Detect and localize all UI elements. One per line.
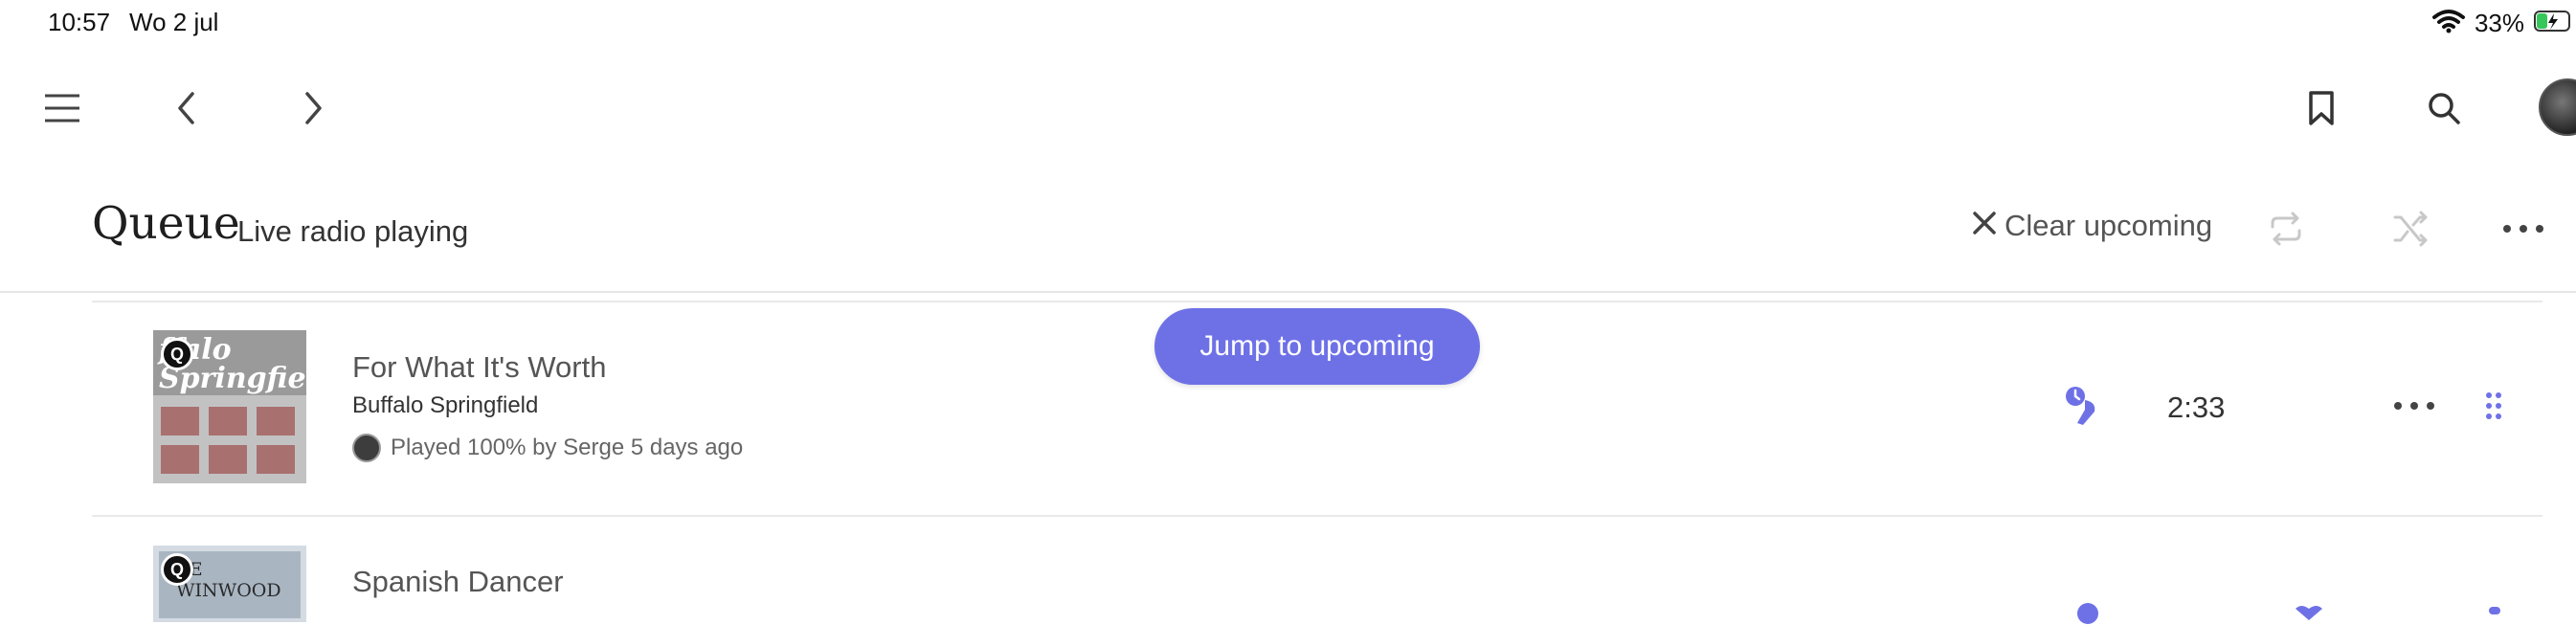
art-panel (209, 407, 247, 435)
track-play-history: Played 100% by Serge 5 days ago (352, 434, 743, 462)
battery-percentage: 33% (2474, 8, 2524, 37)
qobuz-badge-icon: Q (161, 338, 193, 370)
art-panel (257, 445, 295, 474)
track-more-icon[interactable] (2391, 385, 2437, 427)
close-icon (1972, 209, 1997, 243)
search-icon[interactable] (2420, 84, 2468, 132)
page-title: Queue (92, 197, 240, 250)
track-title[interactable]: For What It's Worth (352, 350, 606, 385)
art-panel (161, 407, 199, 435)
track-artist[interactable]: Buffalo Springfield (352, 392, 538, 419)
art-panel (257, 407, 295, 435)
track-duration: 2:33 (2167, 391, 2226, 424)
bookmark-icon[interactable] (2297, 84, 2345, 132)
shuffle-icon[interactable] (2387, 206, 2433, 252)
radio-pin-icon[interactable] (2060, 381, 2102, 429)
row-separator (92, 515, 2542, 517)
art-panel (209, 445, 247, 474)
page-subtitle: Live radio playing (237, 214, 469, 248)
status-indicators: 33% (2431, 6, 2576, 40)
status-date: Wo 2 jul (129, 8, 219, 36)
clear-upcoming-button[interactable]: Clear upcoming (1972, 209, 2212, 243)
more-horizontal-icon[interactable] (2500, 206, 2546, 252)
hamburger-icon[interactable] (38, 84, 86, 132)
drag-handle-icon[interactable] (2479, 385, 2508, 427)
user-avatar[interactable] (2539, 78, 2576, 136)
drag-handle-icon[interactable] (2489, 607, 2500, 614)
header-divider (0, 291, 2576, 293)
heart-icon[interactable] (2292, 605, 2326, 620)
qobuz-badge-icon: Q (161, 553, 193, 586)
jump-to-upcoming-button[interactable]: Jump to upcoming (1154, 308, 1480, 385)
radio-pin-icon[interactable] (2077, 603, 2098, 624)
track-meta-text: Played 100% by Serge 5 days ago (391, 435, 744, 460)
track-title[interactable]: Spanish Dancer (352, 565, 564, 599)
status-time: 10:57 (48, 8, 111, 36)
listener-avatar (352, 434, 381, 462)
chevron-left-icon[interactable] (163, 84, 211, 132)
repeat-icon[interactable] (2263, 206, 2309, 252)
battery-icon (2534, 9, 2576, 38)
wifi-icon (2431, 9, 2465, 38)
chevron-right-icon[interactable] (289, 84, 337, 132)
art-panel (161, 445, 199, 474)
clear-upcoming-label: Clear upcoming (2005, 209, 2213, 242)
